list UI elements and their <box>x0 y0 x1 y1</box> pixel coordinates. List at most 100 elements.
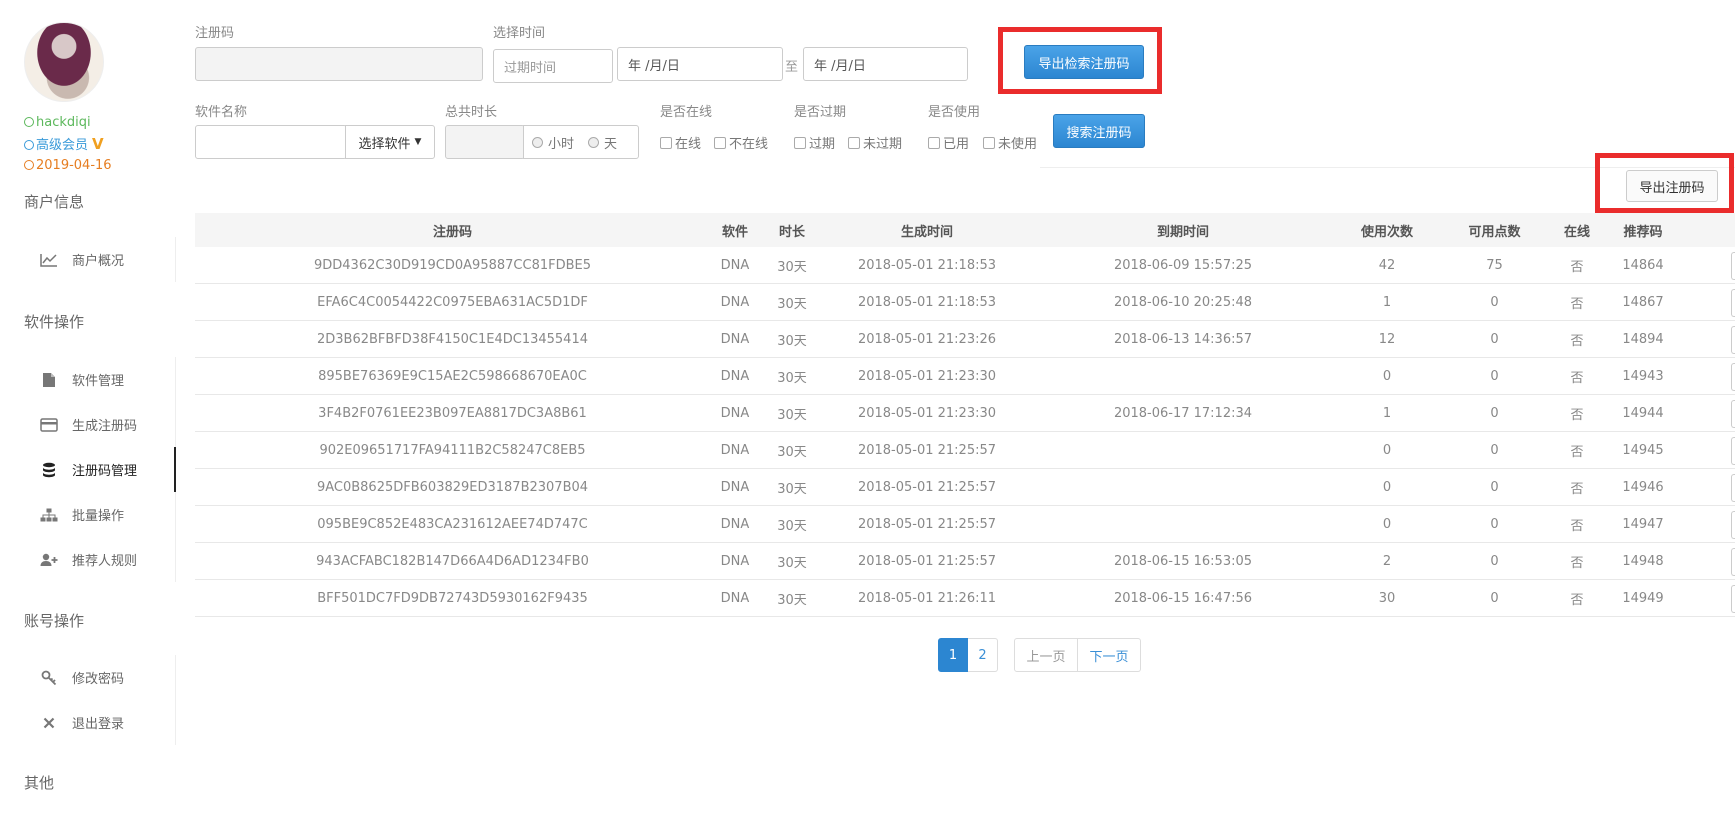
cell-online: 否 <box>1570 444 1584 460</box>
cell-points: 0 <box>1490 590 1499 606</box>
expired-no-checkbox[interactable]: 未过期 <box>848 133 902 152</box>
sidebar-item-code-manage[interactable]: 注册码管理 <box>24 447 176 492</box>
cell-use-count: 12 <box>1378 331 1396 347</box>
table-row[interactable]: 9AC0B8625DFB603829ED3187B2307B04 DNA 30天 20… <box>195 469 1735 506</box>
cell-use-count: 0 <box>1382 516 1392 532</box>
expired-yes-checkbox[interactable]: 过期 <box>794 133 835 152</box>
export-search-button[interactable]: 导出检索注册码 <box>1024 45 1144 79</box>
cell-created: 2018-05-01 21:26:11 <box>857 590 997 606</box>
online-yes-checkbox[interactable]: 在线 <box>660 133 701 152</box>
cell-expires: 2018-06-15 16:53:05 <box>1113 553 1253 569</box>
section-title-merchant: 商户信息 <box>24 193 85 211</box>
page-1-button[interactable]: 1 <box>938 638 968 672</box>
vip-badge: V <box>92 135 104 153</box>
unit-hour-radio[interactable]: 小时 <box>532 133 574 152</box>
header-duration: 时长 <box>778 224 805 240</box>
cell-online: 否 <box>1570 518 1584 534</box>
cell-expires: 2018-06-13 14:36:57 <box>1113 331 1253 347</box>
search-button[interactable]: 搜索注册码 <box>1053 114 1145 148</box>
cell-duration: 30天 <box>777 444 807 460</box>
page-2-button[interactable]: 2 <box>968 638 998 672</box>
cell-referral: 14894 <box>1622 331 1664 347</box>
date-from-input[interactable]: 年 /月/日 <box>617 47 783 81</box>
sidebar-item-batch[interactable]: 批量操作 <box>24 492 175 537</box>
cell-referral: 14946 <box>1622 479 1664 495</box>
cell-points: 0 <box>1490 442 1499 458</box>
sidebar-item-label: 商户概况 <box>72 254 125 269</box>
select-software-label: 选择软件 <box>358 136 411 152</box>
cell-online: 否 <box>1570 407 1584 423</box>
cell-created: 2018-05-01 21:25:57 <box>857 442 997 458</box>
table-row[interactable]: 095BE9C852E483CA231612AEE74D747C DNA 30天 20… <box>195 506 1735 543</box>
section-title-software: 软件操作 <box>24 313 85 331</box>
table-row[interactable]: 3F4B2F0761EE23B097EA8817DC3A8B61 DNA 30天 20… <box>195 395 1735 432</box>
section-title-other: 其他 <box>24 774 55 792</box>
header-online: 在线 <box>1563 224 1590 240</box>
used-label: 是否使用 <box>928 105 981 120</box>
online-label: 是否在线 <box>660 105 713 120</box>
export-button[interactable]: 导出注册码 <box>1626 170 1718 202</box>
header-expires: 到期时间 <box>1156 224 1209 240</box>
cell-software: DNA <box>720 590 750 606</box>
radio-icon <box>588 136 600 148</box>
header-created: 生成时间 <box>900 224 953 240</box>
prev-page-button[interactable]: 上一页 <box>1014 638 1078 672</box>
date-to-input[interactable]: 年 /月/日 <box>803 47 968 81</box>
user-date: 2019-04-16 <box>24 155 112 177</box>
header-referral: 推荐码 <box>1623 224 1663 240</box>
next-page-button[interactable]: 下一页 <box>1078 638 1141 672</box>
pagination: 1 2 <box>938 638 998 672</box>
sidebar-item-merchant-overview[interactable]: 商户概况 <box>24 237 175 282</box>
cell-code: 3F4B2F0761EE23B097EA8817DC3A8B61 <box>318 405 587 421</box>
credit-card-icon <box>40 417 58 433</box>
avatar[interactable] <box>24 22 104 102</box>
checkbox-icon <box>660 136 672 149</box>
checkbox-icon <box>928 136 940 149</box>
sidebar-item-generate-code[interactable]: 生成注册码 <box>24 402 175 447</box>
cell-code: 2D3B62BFBFD38F4150C1E4DC13455414 <box>316 331 588 347</box>
cell-code: BFF501DC7FD9DB72743D5930162F9435 <box>317 590 588 606</box>
cell-duration: 30天 <box>777 555 807 571</box>
cell-online: 否 <box>1570 333 1584 349</box>
cell-duration: 30天 <box>777 296 807 312</box>
cell-points: 0 <box>1490 294 1499 310</box>
cell-points: 75 <box>1486 257 1503 273</box>
table-row[interactable]: EFA6C4C0054422C0975EBA631AC5D1DF DNA 30天 20… <box>195 284 1735 321</box>
cell-software: DNA <box>720 553 750 569</box>
sidebar-item-label: 生成注册码 <box>72 419 138 434</box>
cell-referral: 14944 <box>1622 405 1664 421</box>
sitemap-icon <box>40 507 58 523</box>
table-row[interactable]: 943ACFABC182B147D66A4D6AD1234FB0 DNA 30天 20… <box>195 543 1735 580</box>
online-no-checkbox[interactable]: 不在线 <box>714 133 768 152</box>
cell-expires: 2018-06-09 15:57:25 <box>1113 257 1253 273</box>
cell-use-count: 42 <box>1378 257 1396 273</box>
checkbox-icon <box>714 136 726 149</box>
time-type-input[interactable]: 过期时间 <box>493 49 613 83</box>
cell-expires: 2018-06-10 20:25:48 <box>1113 294 1253 310</box>
cell-software: DNA <box>720 479 750 495</box>
table-row[interactable]: BFF501DC7FD9DB72743D5930162F9435 DNA 30天 20… <box>195 580 1735 617</box>
sidebar-item-software-manage[interactable]: 软件管理 <box>24 357 175 402</box>
used-yes-checkbox[interactable]: 已用 <box>928 133 969 152</box>
used-no-checkbox[interactable]: 未使用 <box>983 133 1037 152</box>
table-row[interactable]: 9DD4362C30D919CD0A95887CC81FDBE5 DNA 30天 20… <box>195 247 1735 284</box>
table-row[interactable]: 895BE76369E9C15AE2C598668670EA0C DNA 30天 20… <box>195 358 1735 395</box>
cell-code: 9AC0B8625DFB603829ED3187B2307B04 <box>316 479 589 495</box>
user-plus-icon <box>40 552 58 568</box>
status-circle-icon <box>24 140 34 150</box>
status-circle-icon <box>24 117 34 127</box>
sidebar-item-change-password[interactable]: 修改密码 <box>24 655 175 700</box>
software-input[interactable] <box>195 125 347 159</box>
table-row[interactable]: 2D3B62BFBFD38F4150C1E4DC13455414 DNA 30天 20… <box>195 321 1735 358</box>
cell-duration: 30天 <box>777 259 807 275</box>
sidebar-item-referrer-rules[interactable]: 推荐人规则 <box>24 537 175 582</box>
duration-input[interactable] <box>445 125 525 159</box>
unit-day-radio[interactable]: 天 <box>588 133 617 152</box>
cell-referral: 14943 <box>1622 368 1664 384</box>
table-row[interactable]: 902E09651717FA94111B2C58247C8EB5 DNA 30天 20… <box>195 432 1735 469</box>
sidebar-item-logout[interactable]: 退出登录 <box>24 700 175 745</box>
cell-referral: 14947 <box>1622 516 1664 532</box>
pagination-nav: 上一页 下一页 <box>1014 638 1141 672</box>
select-software-button[interactable]: 选择软件 ▼ <box>345 125 435 159</box>
code-input[interactable] <box>195 47 483 81</box>
